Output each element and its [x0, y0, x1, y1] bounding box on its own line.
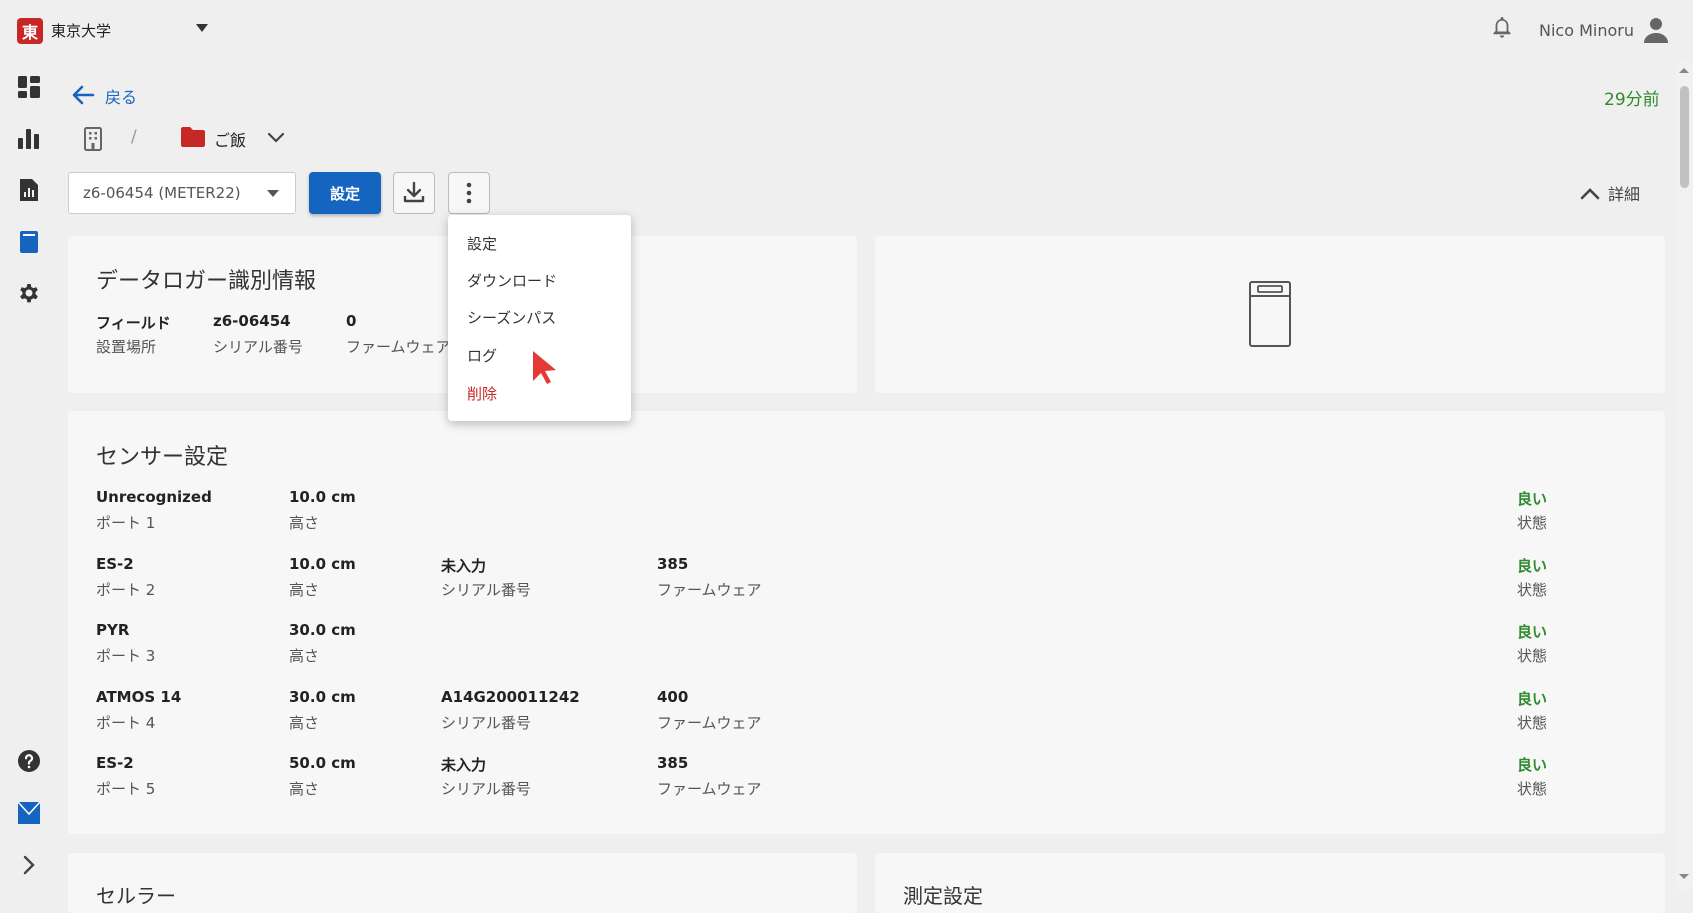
sensor-name: PYR — [96, 621, 130, 639]
last-updated: 29分前 — [1604, 90, 1660, 110]
expand-sidebar-icon[interactable] — [17, 853, 41, 877]
sensor-serial-label: シリアル番号 — [441, 580, 531, 599]
sensor-name: ES-2 — [96, 554, 134, 573]
mouse-cursor-icon — [533, 351, 556, 384]
sensor-serial: 未入力 — [441, 556, 487, 575]
menu-item-delete[interactable]: 削除 — [467, 383, 497, 404]
scrollbar-thumb[interactable] — [1680, 86, 1689, 188]
settings-button[interactable]: 設定 — [309, 172, 381, 214]
org-dropdown-icon[interactable] — [196, 24, 208, 32]
sensor-status: 良い — [1517, 623, 1548, 641]
report-icon[interactable] — [17, 178, 41, 202]
sensor-firmware-label: ファームウェア — [657, 713, 762, 732]
caret-down-icon — [267, 190, 279, 197]
user-name[interactable]: Nico Minoru — [1539, 21, 1634, 40]
cellular-card — [68, 853, 857, 913]
more-options-menu: 設定 ダウンロード シーズンパス ログ 削除 — [448, 215, 631, 421]
scroll-down-icon[interactable] — [1678, 873, 1690, 881]
org-logo[interactable]: 東 — [17, 18, 43, 44]
details-toggle[interactable]: 詳細 — [1580, 181, 1640, 205]
gear-icon[interactable] — [17, 281, 41, 305]
sensor-firmware-label: ファームウェア — [657, 580, 762, 599]
sensor-height-label: 高さ — [289, 514, 320, 532]
sensor-port: ポート 4 — [96, 713, 156, 732]
measurement-card — [875, 853, 1665, 913]
download-button[interactable] — [393, 172, 435, 214]
download-icon — [403, 181, 425, 203]
book-icon[interactable] — [17, 230, 41, 254]
sensor-serial-label: シリアル番号 — [441, 780, 531, 798]
building-icon[interactable] — [83, 127, 103, 151]
sensor-height-label: 高さ — [289, 580, 320, 599]
location-value: フィールド — [96, 314, 171, 332]
identity-title: データロガー識別情報 — [96, 269, 317, 294]
sensor-serial: A14G200011242 — [441, 687, 580, 706]
menu-item-season-pass[interactable]: シーズンパス — [467, 307, 556, 328]
location-label: 設置場所 — [96, 338, 157, 356]
sensor-height-label: 高さ — [289, 647, 320, 665]
sensor-firmware: 400 — [657, 687, 689, 706]
sensor-serial: 未入力 — [441, 756, 487, 774]
datalogger-icon — [1249, 281, 1291, 347]
sensor-name: ATMOS 14 — [96, 687, 182, 706]
details-label: 詳細 — [1608, 185, 1641, 204]
breadcrumb-separator: / — [131, 127, 137, 147]
chevron-up-icon — [1580, 188, 1600, 200]
sensor-firmware: 385 — [657, 754, 689, 772]
menu-item-download[interactable]: ダウンロード — [467, 270, 557, 291]
bell-icon[interactable] — [1490, 15, 1514, 41]
sensor-status-label: 状態 — [1517, 647, 1548, 665]
sensor-height: 10.0 cm — [289, 554, 356, 573]
sensor-height-label: 高さ — [289, 780, 320, 798]
serial-value: z6-06454 — [213, 312, 291, 330]
chevron-down-icon[interactable] — [266, 128, 286, 148]
menu-item-log[interactable]: ログ — [467, 345, 497, 366]
scroll-up-icon[interactable] — [1678, 66, 1690, 74]
more-vertical-icon — [466, 182, 472, 204]
sensor-port: ポート 3 — [96, 647, 156, 665]
sensor-status-label: 状態 — [1517, 713, 1548, 732]
org-name[interactable]: 東京大学 — [51, 20, 111, 41]
firmware-label: ファームウェア — [346, 338, 451, 356]
sensor-height: 30.0 cm — [289, 621, 356, 639]
sensor-status: 良い — [1517, 556, 1548, 575]
folder-icon[interactable] — [180, 126, 206, 148]
device-select-value: z6-06454 (METER22) — [83, 184, 241, 202]
sensor-height: 30.0 cm — [289, 687, 356, 706]
measurement-title: 測定設定 — [903, 884, 983, 908]
dashboard-icon[interactable] — [17, 75, 41, 99]
sensor-status: 良い — [1517, 756, 1548, 774]
brand-logo-icon[interactable] — [17, 801, 41, 825]
breadcrumb-folder[interactable]: ご飯 — [214, 127, 246, 151]
sensor-firmware-label: ファームウェア — [657, 780, 762, 798]
sensor-port: ポート 2 — [96, 580, 156, 599]
device-select[interactable]: z6-06454 (METER22) — [68, 172, 296, 214]
cellular-title: セルラー — [96, 884, 176, 908]
sensor-height: 50.0 cm — [289, 754, 356, 772]
firmware-value: 0 — [346, 312, 357, 330]
sensor-status-label: 状態 — [1517, 780, 1548, 798]
menu-item-settings[interactable]: 設定 — [467, 233, 497, 254]
user-icon[interactable] — [1643, 16, 1669, 44]
sensor-port: ポート 1 — [96, 514, 156, 532]
serial-label: シリアル番号 — [213, 338, 303, 356]
chart-icon[interactable] — [17, 126, 41, 150]
sensor-status: 良い — [1517, 689, 1548, 708]
sensor-name: ES-2 — [96, 754, 134, 772]
sensors-title: センサー設定 — [96, 445, 229, 470]
back-link[interactable]: 戻る — [105, 84, 137, 108]
sensor-firmware: 385 — [657, 554, 689, 573]
sensor-status-label: 状態 — [1517, 514, 1548, 532]
more-options-button[interactable] — [448, 172, 490, 214]
sensor-port: ポート 5 — [96, 780, 156, 798]
help-icon[interactable] — [17, 749, 41, 773]
sensor-height-label: 高さ — [289, 713, 320, 732]
sensor-name: Unrecognized — [96, 488, 212, 506]
sensor-height: 10.0 cm — [289, 488, 356, 506]
sensor-serial-label: シリアル番号 — [441, 713, 531, 732]
sensor-status-label: 状態 — [1517, 580, 1548, 599]
back-arrow-icon[interactable] — [71, 84, 95, 106]
sensor-status: 良い — [1517, 490, 1548, 508]
